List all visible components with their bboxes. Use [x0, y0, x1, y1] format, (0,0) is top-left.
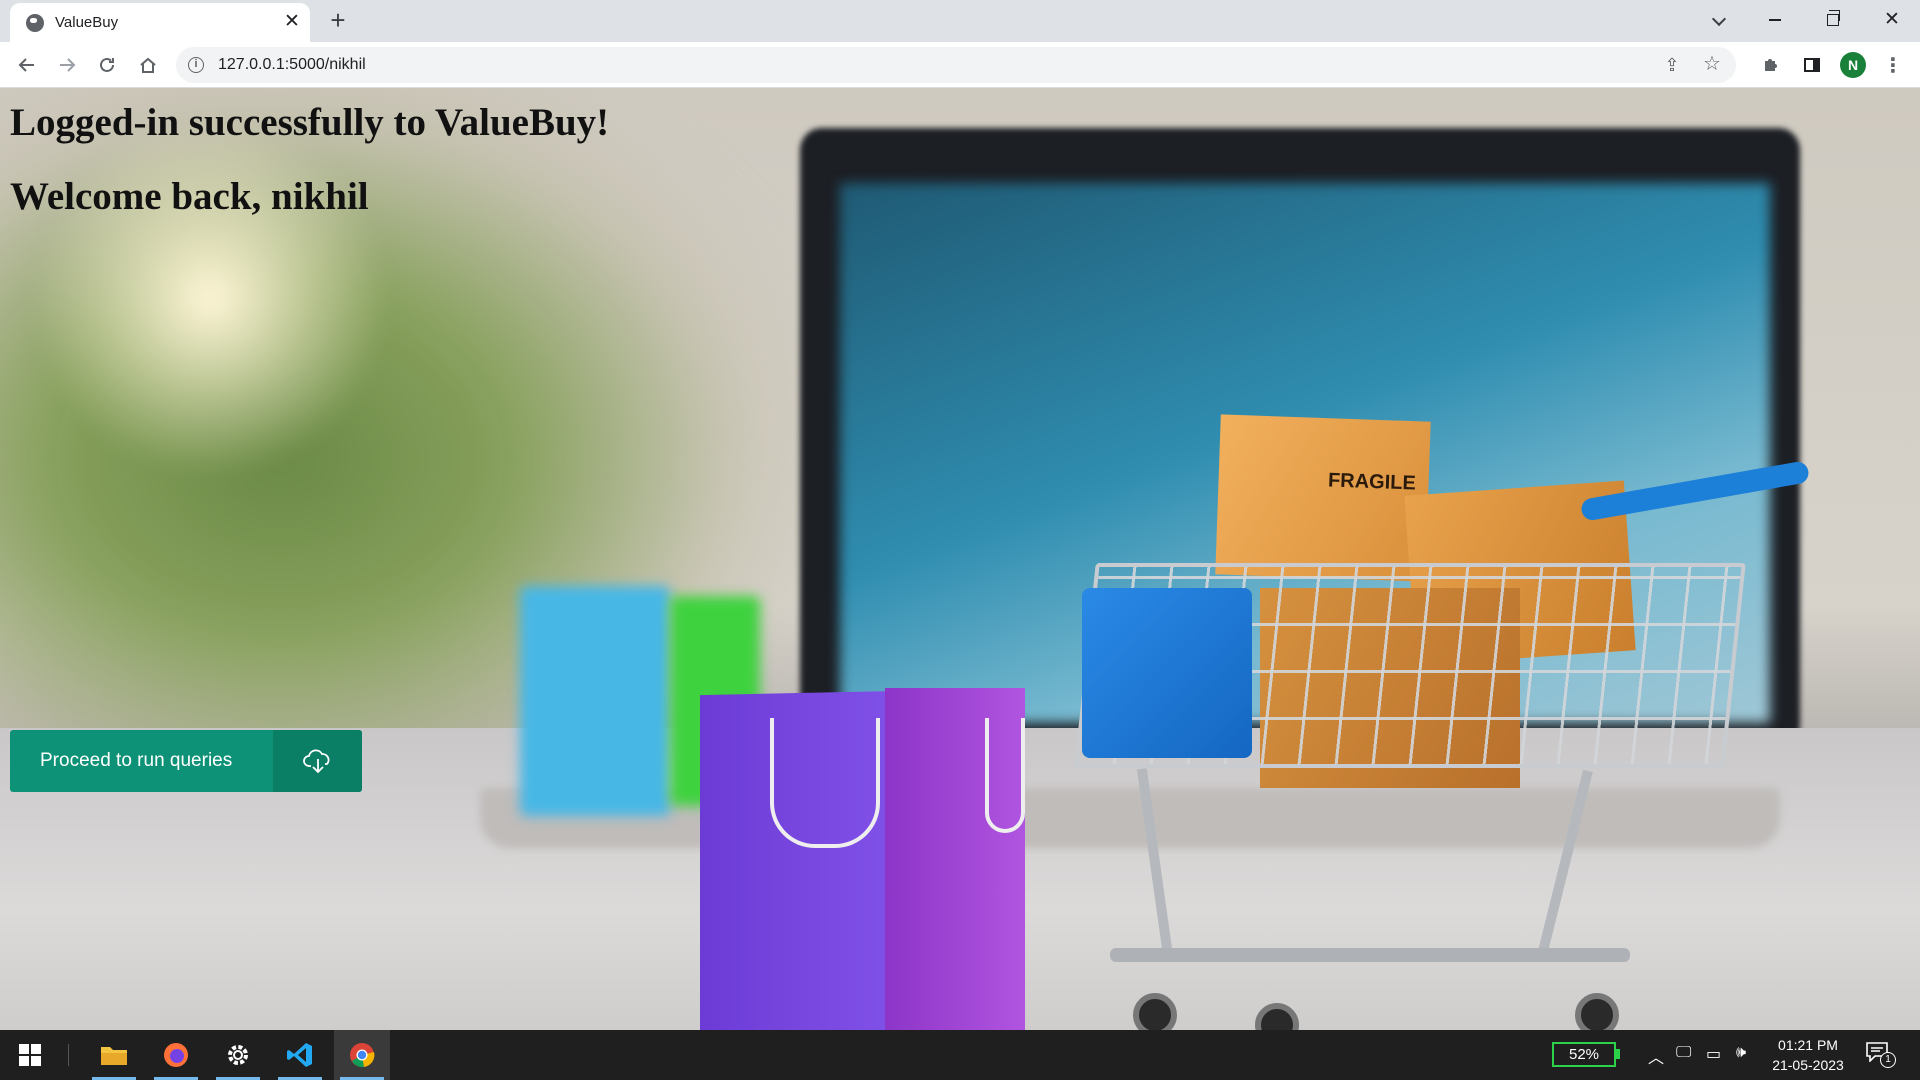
cloud-download-icon[interactable]	[273, 730, 362, 792]
site-info-icon[interactable]: i	[188, 57, 204, 73]
cardboard-box	[1215, 414, 1431, 582]
arrow-right-icon	[60, 58, 76, 72]
reload-button[interactable]	[92, 50, 122, 80]
restore-button[interactable]	[1810, 4, 1856, 36]
new-tab-button[interactable]: +	[325, 7, 351, 33]
bag-handle	[985, 718, 1025, 833]
fragile-label: FRAGILE	[1327, 469, 1417, 495]
tab-search-button[interactable]	[1696, 4, 1742, 36]
cloud-download-icon-svg	[302, 749, 329, 774]
close-tab-icon[interactable]: ✕	[282, 11, 302, 33]
cta-label[interactable]: Proceed to run queries	[10, 730, 273, 792]
taskbar-divider	[68, 1044, 69, 1066]
forward-button[interactable]	[52, 50, 82, 80]
background-light	[30, 118, 390, 478]
volume-icon[interactable]: 🕪	[1736, 1044, 1746, 1066]
firefox-icon	[164, 1043, 188, 1067]
firefox-button[interactable]	[148, 1030, 204, 1080]
avatar: N	[1840, 52, 1866, 78]
puzzle-icon	[1765, 59, 1777, 71]
windows-logo-icon	[19, 1044, 41, 1066]
url-text[interactable]: 127.0.0.1:5000/nikhil	[218, 56, 366, 74]
address-bar[interactable]: i 127.0.0.1:5000/nikhil ⇪ ☆	[176, 47, 1736, 83]
tab-title: ValueBuy	[55, 14, 119, 31]
back-button[interactable]	[12, 50, 42, 80]
cart-blue-panel	[1082, 588, 1252, 758]
profile-button[interactable]: N	[1838, 50, 1868, 80]
network-icon[interactable]: 🖵	[1676, 1044, 1691, 1066]
cart-wheel	[1575, 993, 1619, 1030]
arrow-left-icon	[18, 58, 34, 72]
chrome-menu-button[interactable]: ⋮	[1878, 50, 1908, 80]
minimize-button[interactable]	[1752, 4, 1798, 36]
folder-icon	[101, 1047, 127, 1065]
system-clock[interactable]: 01:21 PM 21-05-2023	[1766, 1035, 1850, 1075]
bag-handle	[770, 718, 880, 848]
extensions-button[interactable]	[1756, 50, 1786, 80]
windows-taskbar: 52% ︿ 🖵 ▭ 🕪 01:21 PM 21-05-2023 1	[0, 1030, 1920, 1080]
vscode-button[interactable]	[272, 1030, 328, 1080]
minimize-icon	[1769, 19, 1781, 21]
reload-icon	[100, 57, 114, 72]
home-button[interactable]	[133, 50, 163, 80]
settings-button[interactable]	[210, 1030, 266, 1080]
gear-icon	[228, 1045, 248, 1065]
page-viewport: FRAGILE Logged-in successfully to ValueB…	[0, 88, 1920, 1030]
home-icon	[140, 57, 156, 73]
close-window-button[interactable]: ✕	[1869, 4, 1915, 36]
notification-count-badge: 1	[1880, 1052, 1896, 1068]
show-hidden-icons-button[interactable]: ︿	[1648, 1044, 1664, 1067]
browser-toolbar: i 127.0.0.1:5000/nikhil ⇪ ☆ N ⋮	[0, 42, 1920, 88]
chrome-button[interactable]	[334, 1030, 390, 1080]
bookmark-star-icon[interactable]: ☆	[1700, 52, 1724, 76]
vscode-icon	[287, 1043, 312, 1067]
chevron-down-icon	[1711, 11, 1727, 27]
file-explorer-button[interactable]	[86, 1030, 142, 1080]
cart-base-frame	[1110, 948, 1630, 962]
globe-icon	[26, 14, 44, 32]
browser-tab[interactable]: ValueBuy ✕	[10, 3, 310, 42]
battery-percentage: 52%	[1552, 1042, 1616, 1067]
start-button[interactable]	[2, 1030, 58, 1080]
welcome-heading: Welcome back, nikhil	[10, 175, 369, 218]
blue-shopping-bag	[520, 586, 670, 816]
side-panel-icon	[1804, 58, 1820, 72]
battery-icon[interactable]: ▭	[1706, 1044, 1721, 1066]
share-icon[interactable]: ⇪	[1660, 53, 1684, 77]
battery-nub	[1616, 1049, 1620, 1059]
login-success-heading: Logged-in successfully to ValueBuy!	[10, 101, 610, 144]
restore-icon	[1827, 9, 1840, 26]
cart-wheel	[1133, 993, 1177, 1030]
tab-strip: ValueBuy ✕ + ✕	[0, 0, 1920, 42]
chrome-icon	[350, 1043, 375, 1068]
side-panel-button[interactable]	[1797, 50, 1827, 80]
clock-date: 21-05-2023	[1772, 1057, 1844, 1073]
clock-time: 01:21 PM	[1778, 1037, 1838, 1053]
notification-center-button[interactable]: 1	[1866, 1042, 1896, 1068]
proceed-to-run-queries-button[interactable]: Proceed to run queries	[10, 730, 362, 792]
